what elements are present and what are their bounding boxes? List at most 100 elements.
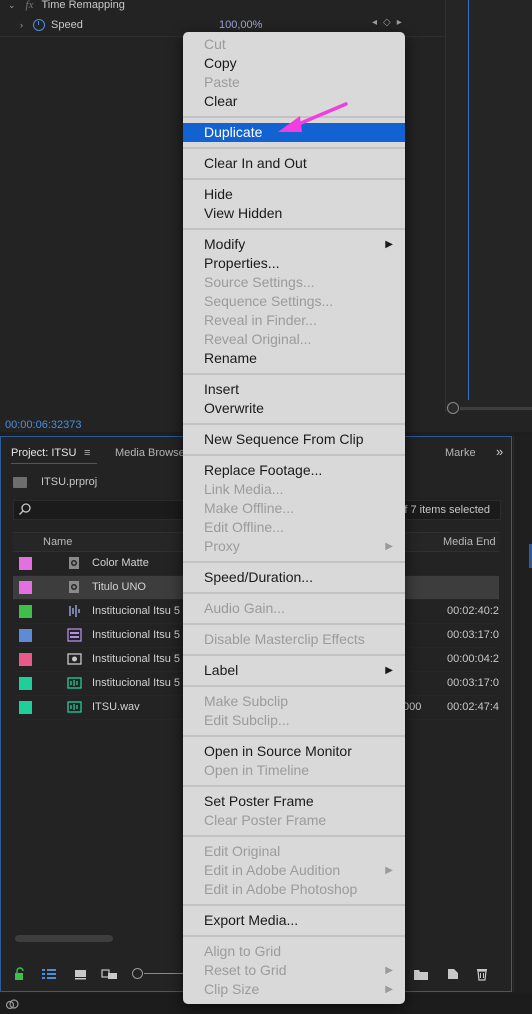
menu-item-label: Edit Subclip... — [204, 712, 290, 728]
item-name: Institucional Itsu 5 — [92, 677, 181, 689]
menu-item-modify[interactable]: Modify ▶ — [183, 235, 405, 254]
item-name: Institucional Itsu 5 — [92, 629, 181, 641]
tab-overflow-icon[interactable]: » — [496, 444, 503, 459]
item-name: ITSU.wav — [92, 701, 140, 713]
folder-icon — [13, 476, 27, 488]
menu-item-paste: Paste — [183, 73, 405, 92]
menu-item-speed-duration[interactable]: Speed/Duration... — [183, 568, 405, 587]
menu-item-source-settings: Source Settings... — [183, 273, 405, 292]
item-name: Color Matte — [92, 557, 149, 569]
menu-item-reset-to-grid: Reset to Grid ▶ — [183, 961, 405, 980]
zoom-slider-handle[interactable] — [132, 968, 143, 979]
time-remapping-label: Time Remapping — [41, 0, 125, 11]
menu-item-label: Open in Source Monitor — [204, 743, 352, 759]
lock-icon[interactable] — [13, 967, 29, 981]
panel-menu-icon[interactable]: ≡ — [84, 447, 90, 459]
creative-cloud-icon[interactable] — [4, 996, 20, 1014]
menu-item-label: Make Offline... — [204, 500, 295, 516]
list-view-icon[interactable] — [41, 967, 57, 981]
tab-markers[interactable]: Marke — [445, 447, 476, 459]
label-color-swatch[interactable] — [19, 581, 32, 594]
time-remapping-row[interactable]: ⌄ fx Time Remapping — [8, 0, 125, 14]
zoom-handle[interactable] — [447, 402, 459, 414]
effect-timeline-area[interactable] — [445, 0, 532, 412]
project-path: ITSU.prproj — [13, 476, 97, 488]
menu-item-make-offline: Make Offline... — [183, 499, 405, 518]
menu-item-export-media[interactable]: Export Media... — [183, 911, 405, 930]
stopwatch-icon[interactable] — [33, 19, 45, 31]
menu-item-label: Edit in Adobe Audition — [204, 862, 341, 878]
zoom-slider-track[interactable] — [144, 973, 184, 974]
label-color-swatch[interactable] — [19, 653, 32, 666]
menu-item-label: Clip Size — [204, 981, 260, 997]
menu-item-copy[interactable]: Copy — [183, 54, 405, 73]
previous-keyframe-icon[interactable]: ◂ — [372, 17, 383, 28]
menu-item-edit-original: Edit Original — [183, 842, 405, 861]
menu-item-label: Rename — [204, 350, 257, 366]
speed-value[interactable]: 100,00% — [219, 19, 262, 31]
horizontal-scrollbar[interactable] — [15, 935, 113, 942]
menu-item-label[interactable]: Label ▶ — [183, 661, 405, 680]
menu-item-reveal-original: Reveal Original... — [183, 330, 405, 349]
icon-view-icon[interactable] — [73, 967, 89, 981]
menu-item-label: Paste — [204, 74, 240, 90]
menu-item-label: Speed/Duration... — [204, 569, 313, 585]
tab-project[interactable]: Project: ITSU — [11, 447, 76, 459]
submenu-arrow-icon: ▶ — [385, 965, 393, 976]
sequence-icon — [67, 556, 82, 570]
menu-item-properties[interactable]: Properties... — [183, 254, 405, 273]
menu-item-link-media: Link Media... — [183, 480, 405, 499]
menu-separator — [183, 449, 405, 461]
menu-item-label: Set Poster Frame — [204, 793, 314, 809]
trash-icon[interactable] — [475, 967, 491, 981]
menu-item-label: Duplicate — [204, 124, 263, 140]
annotation-arrow-icon — [278, 102, 348, 132]
menu-item-clear-in-and-out[interactable]: Clear In and Out — [183, 154, 405, 173]
menu-item-view-hidden[interactable]: View Hidden — [183, 204, 405, 223]
column-header-media-end[interactable]: Media End — [443, 536, 496, 548]
label-color-swatch[interactable] — [19, 677, 32, 690]
menu-item-label: Hide — [204, 186, 233, 202]
item-media-end: 00:02:47:43 — [447, 701, 499, 713]
submenu-arrow-icon: ▶ — [385, 665, 393, 676]
menu-item-label: Edit in Adobe Photoshop — [204, 881, 358, 897]
menu-item-label: Make Subclip — [204, 693, 289, 709]
menu-item-open-in-source-monitor[interactable]: Open in Source Monitor — [183, 742, 405, 761]
fx-badge: fx — [25, 0, 34, 11]
menu-item-make-subclip: Make Subclip — [183, 692, 405, 711]
menu-item-set-poster-frame[interactable]: Set Poster Frame — [183, 792, 405, 811]
current-timecode[interactable]: 00:00:06:32373 — [5, 419, 81, 431]
add-keyframe-icon[interactable]: ◇ — [383, 17, 397, 28]
tab-media-browser[interactable]: Media Browse — [115, 447, 185, 459]
menu-item-open-in-timeline: Open in Timeline — [183, 761, 405, 780]
menu-separator — [183, 649, 405, 661]
menu-item-overwrite[interactable]: Overwrite — [183, 399, 405, 418]
menu-item-hide[interactable]: Hide — [183, 185, 405, 204]
playhead-line[interactable] — [468, 0, 469, 400]
timeline-scrollbar[interactable] — [460, 407, 532, 410]
chevron-right-icon[interactable]: › — [20, 20, 23, 30]
chevron-down-icon[interactable]: ⌄ — [8, 0, 16, 11]
next-keyframe-icon[interactable]: ▸ — [397, 17, 408, 28]
menu-item-new-sequence-from-clip[interactable]: New Sequence From Clip — [183, 430, 405, 449]
new-bin-icon[interactable] — [413, 967, 429, 981]
menu-item-replace-footage[interactable]: Replace Footage... — [183, 461, 405, 480]
submenu-arrow-icon: ▶ — [385, 541, 393, 552]
menu-item-label: Audio Gain... — [204, 600, 285, 616]
label-color-swatch[interactable] — [19, 605, 32, 618]
nested-sequence-icon — [67, 628, 82, 642]
menu-item-rename[interactable]: Rename — [183, 349, 405, 368]
menu-separator — [183, 556, 405, 568]
item-media-end: 00:02:40:20 — [447, 605, 499, 617]
menu-item-reveal-in-finder: Reveal in Finder... — [183, 311, 405, 330]
label-color-swatch[interactable] — [19, 701, 32, 714]
freeform-view-icon[interactable] — [101, 967, 117, 981]
menu-item-label: Insert — [204, 381, 240, 397]
new-item-icon[interactable] — [445, 967, 461, 981]
audio-video-clip-icon — [67, 604, 82, 618]
column-header-name[interactable]: Name — [43, 536, 72, 548]
menu-item-insert[interactable]: Insert — [183, 380, 405, 399]
menu-item-label: Properties... — [204, 255, 280, 271]
label-color-swatch[interactable] — [19, 629, 32, 642]
label-color-swatch[interactable] — [19, 557, 32, 570]
